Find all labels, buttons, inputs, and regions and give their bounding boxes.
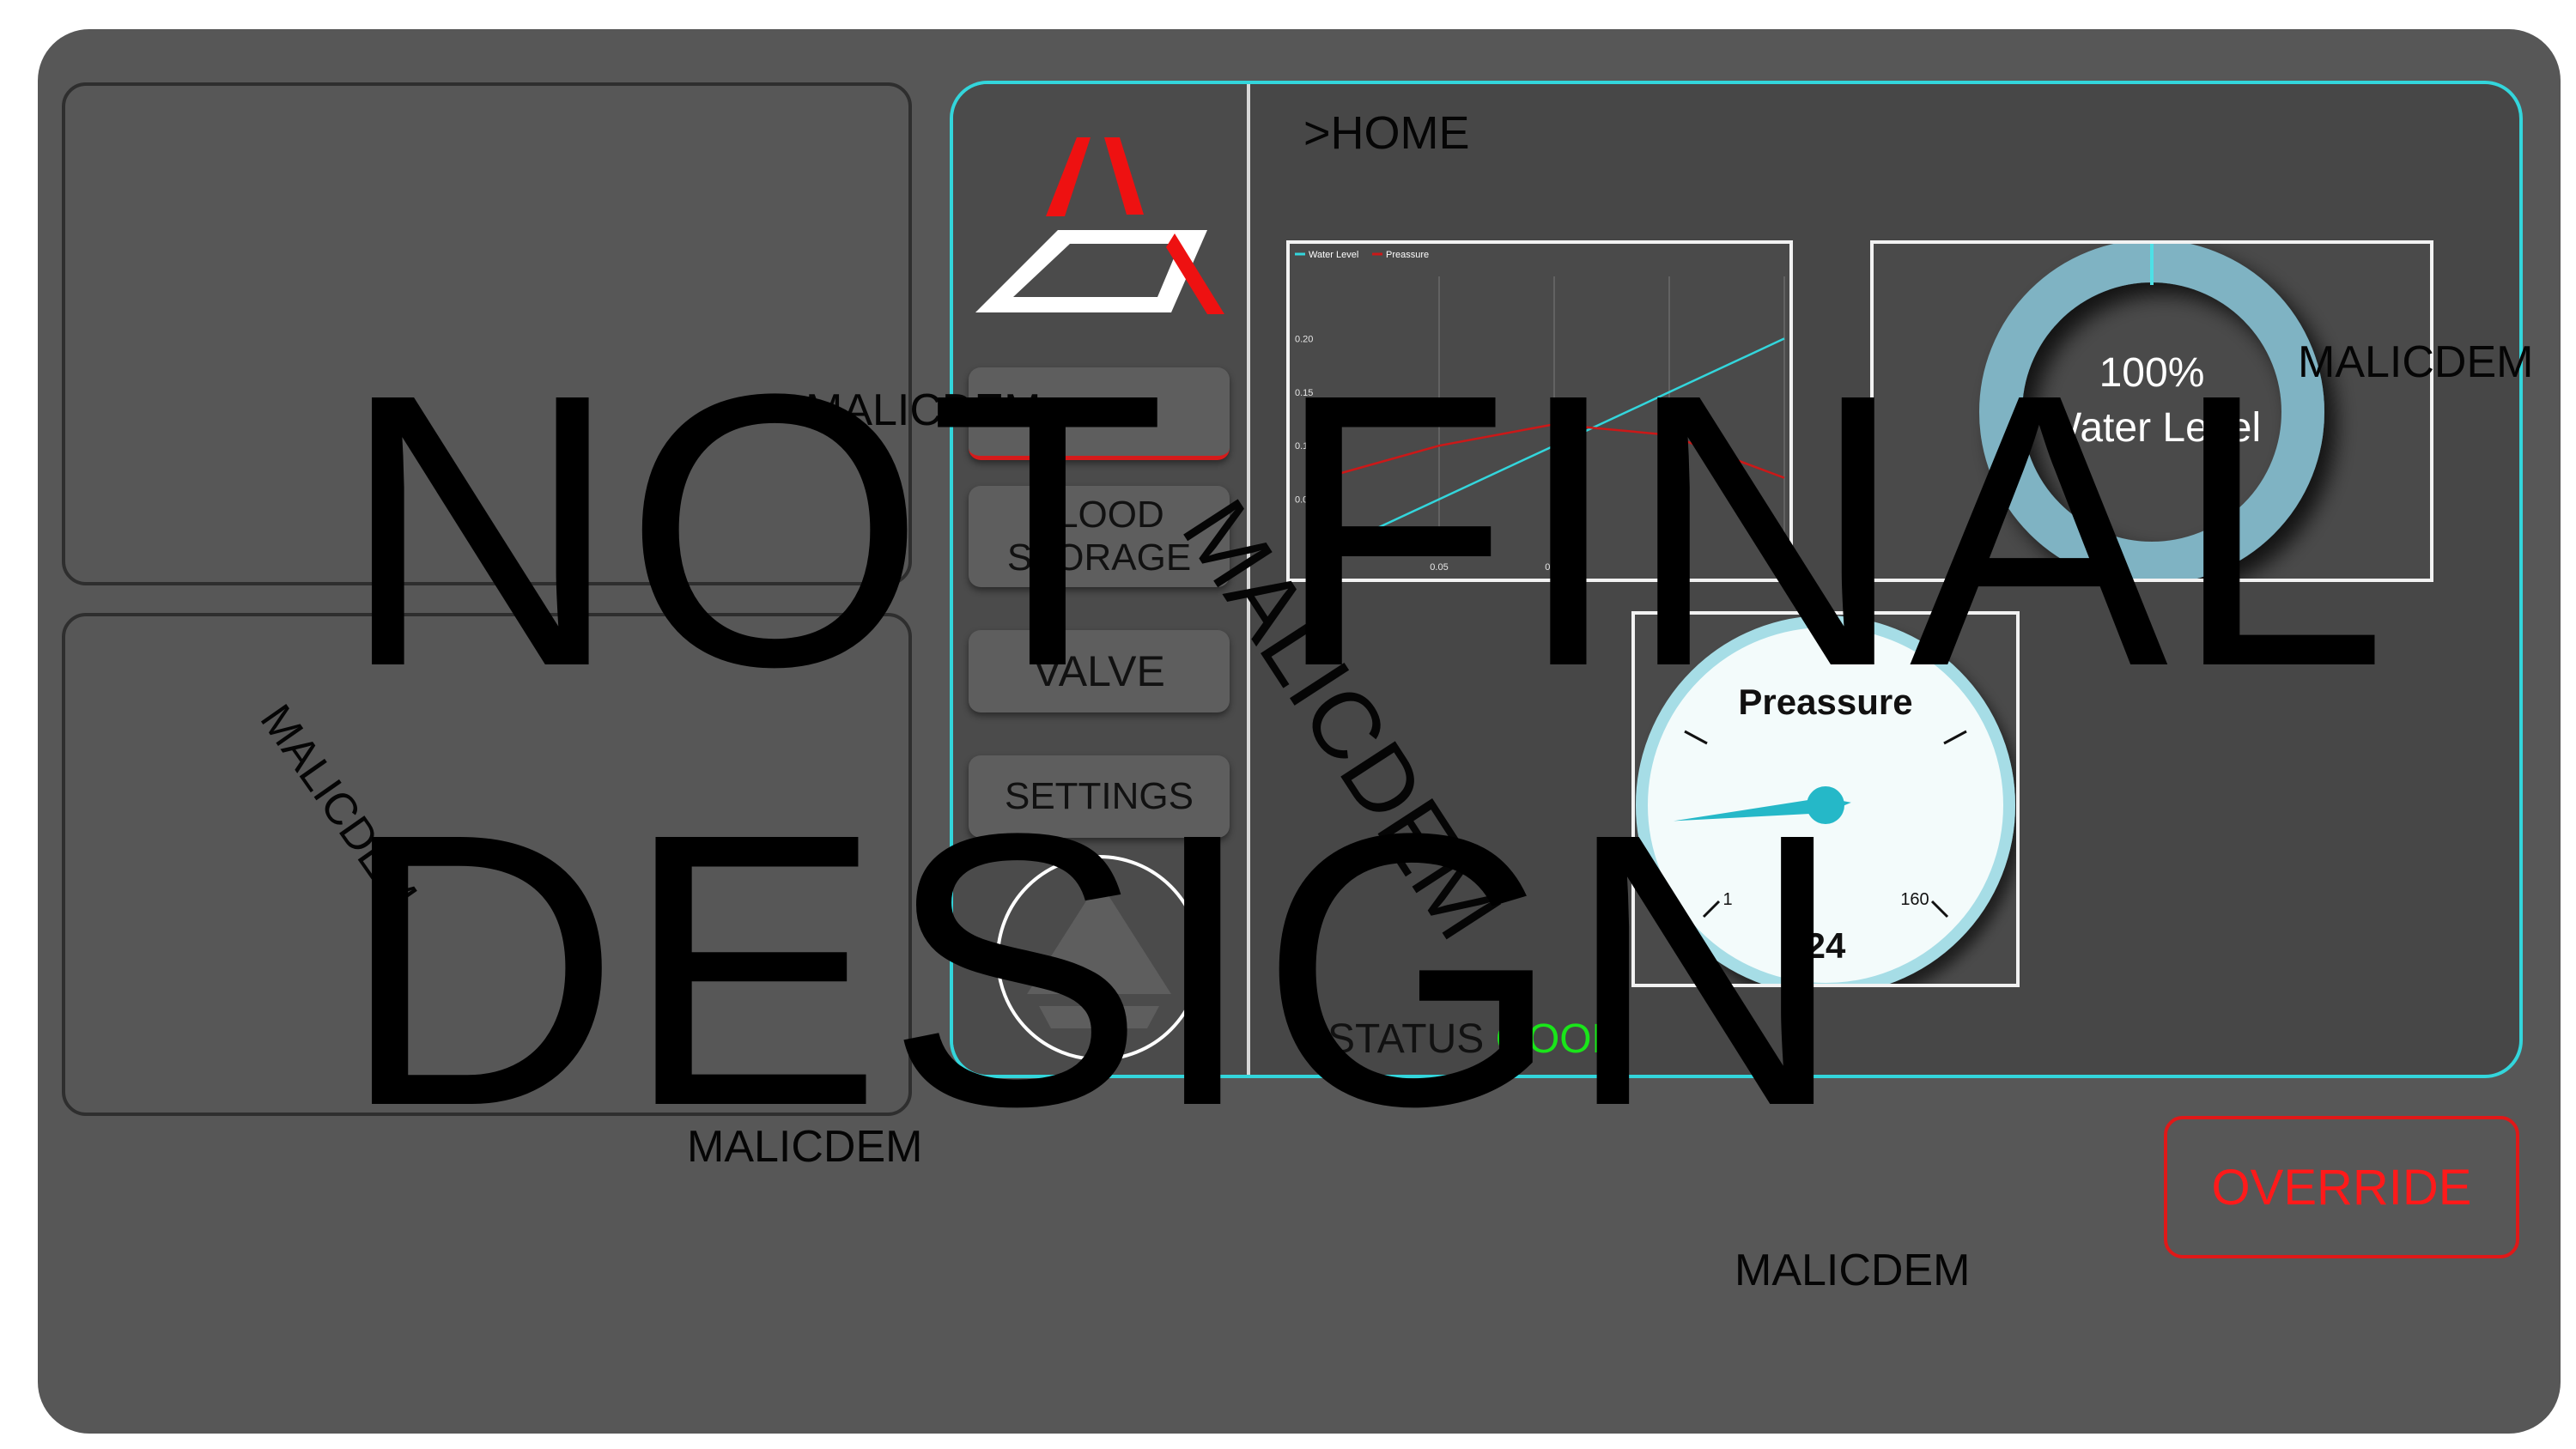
watermark-title-line1: NOT FINAL <box>340 313 2391 747</box>
watermark-title-line2: DESIGN <box>340 753 1849 1186</box>
breadcrumb: >HOME <box>1303 107 1470 159</box>
chart-legend-label: Preassure <box>1386 250 1429 260</box>
override-label: OVERRIDE <box>2211 1159 2472 1216</box>
chart-legend-label: Water Level <box>1309 250 1358 260</box>
watermark-text: MALICDEM <box>1735 1246 1971 1295</box>
app-logo-icon <box>975 137 1224 314</box>
override-button[interactable]: OVERRIDE <box>2164 1116 2519 1258</box>
gauge-max-label: 160 <box>1900 890 1929 909</box>
